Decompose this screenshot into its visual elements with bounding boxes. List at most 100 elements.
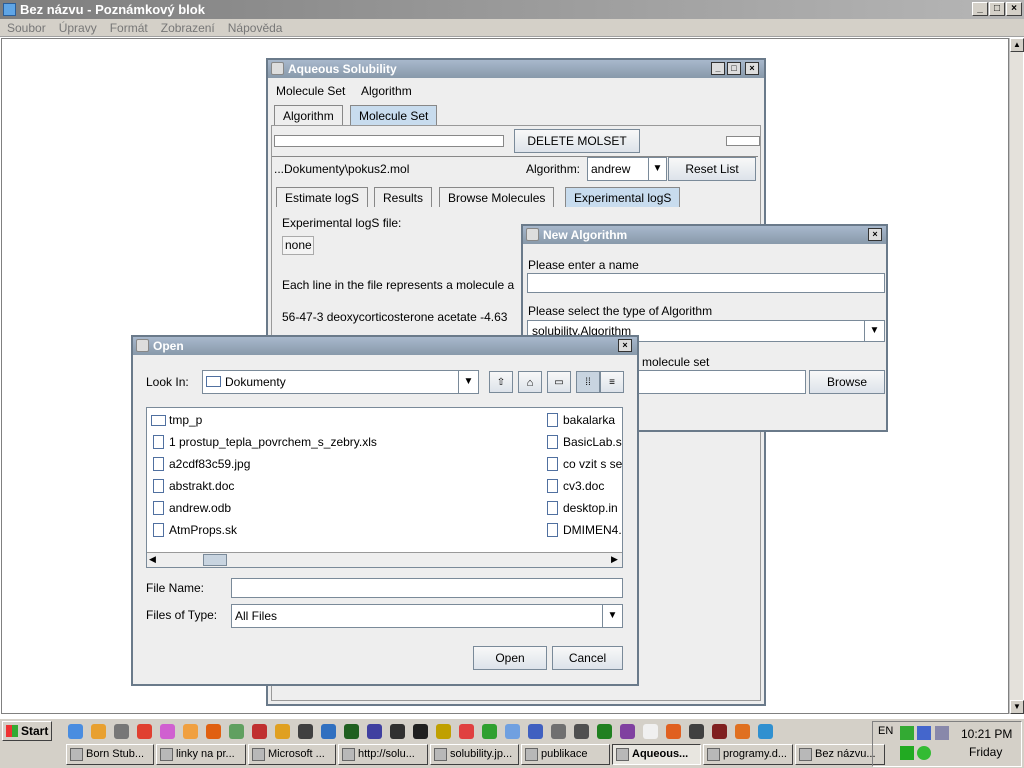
quick-launch-icon[interactable]: [413, 724, 428, 739]
chevron-down-icon[interactable]: ▼: [458, 371, 478, 393]
open-button[interactable]: Open: [473, 646, 547, 670]
quick-launch-icon[interactable]: [298, 724, 313, 739]
name-input[interactable]: [527, 273, 885, 293]
quick-launch-icon[interactable]: [229, 724, 244, 739]
quick-launch-icon[interactable]: [712, 724, 727, 739]
quick-launch-icon[interactable]: [574, 724, 589, 739]
menu-format[interactable]: Formát: [103, 19, 154, 35]
quick-launch-icon[interactable]: [91, 724, 106, 739]
horizontal-scrollbar[interactable]: ◀ ▶: [147, 552, 622, 567]
file-item[interactable]: andrew.odb: [149, 499, 231, 517]
quick-launch-icon[interactable]: [68, 724, 83, 739]
minimize-button[interactable]: _: [711, 62, 725, 75]
file-item[interactable]: 1 prostup_tepla_povrchem_s_zebry.xls: [149, 433, 377, 451]
quick-launch-icon[interactable]: [643, 724, 658, 739]
quick-launch-icon[interactable]: [321, 724, 336, 739]
quick-launch-icon[interactable]: [459, 724, 474, 739]
vertical-scrollbar[interactable]: ▲ ▼: [1009, 38, 1024, 714]
molset-input[interactable]: [638, 370, 806, 394]
quick-launch-icon[interactable]: [689, 724, 704, 739]
quick-launch-icon[interactable]: [367, 724, 382, 739]
language-indicator[interactable]: EN: [878, 725, 893, 737]
quick-launch-icon[interactable]: [620, 724, 635, 739]
scroll-down-icon[interactable]: ▼: [1010, 700, 1024, 714]
quick-launch-icon[interactable]: [758, 724, 773, 739]
quick-launch-icon[interactable]: [275, 724, 290, 739]
taskbar-button[interactable]: publikace: [521, 744, 610, 765]
cancel-button[interactable]: Cancel: [552, 646, 623, 670]
look-in-select[interactable]: Dokumenty ▼: [202, 370, 479, 394]
file-item[interactable]: cv3.doc: [543, 477, 604, 495]
quick-launch-icon[interactable]: [528, 724, 543, 739]
file-item[interactable]: DMIMEN4.c: [543, 521, 622, 539]
close-button[interactable]: ×: [618, 339, 632, 352]
new-folder-icon[interactable]: ▭: [547, 371, 571, 393]
taskbar-button[interactable]: linky na pr...: [156, 744, 246, 765]
file-item[interactable]: BasicLab.s: [543, 433, 622, 451]
file-item[interactable]: tmp_p: [149, 411, 202, 429]
menu-upravy[interactable]: Úpravy: [52, 19, 103, 35]
quick-launch-icon[interactable]: [666, 724, 681, 739]
chevron-down-icon[interactable]: ▼: [864, 321, 884, 341]
file-item[interactable]: AtmProps.sk: [149, 521, 237, 539]
algorithm-select[interactable]: andrew ▼: [587, 157, 667, 181]
tray-icon[interactable]: [900, 726, 914, 740]
list-view-icon[interactable]: ⁞⁞: [576, 371, 600, 393]
file-item[interactable]: a2cdf83c59.jpg: [149, 455, 250, 473]
scroll-right-icon[interactable]: ▶: [611, 554, 618, 565]
scroll-thumb[interactable]: [203, 554, 227, 566]
details-view-icon[interactable]: ≡: [600, 371, 624, 393]
minimize-button[interactable]: _: [972, 2, 988, 16]
chevron-down-icon[interactable]: ▼: [648, 158, 666, 180]
quick-launch-icon[interactable]: [482, 724, 497, 739]
network-icon[interactable]: [917, 726, 931, 740]
tab-results[interactable]: Results: [374, 187, 433, 207]
file-name-input[interactable]: [231, 578, 623, 598]
quick-launch-icon[interactable]: [551, 724, 566, 739]
tray-icon[interactable]: [900, 746, 914, 760]
browse-button[interactable]: Browse: [809, 370, 885, 394]
quick-launch-icon[interactable]: [160, 724, 175, 739]
menu-algorithm[interactable]: Algorithm: [361, 84, 412, 98]
quick-launch-icon[interactable]: [735, 724, 750, 739]
quick-launch-icon[interactable]: [390, 724, 405, 739]
close-button[interactable]: ×: [868, 228, 882, 241]
file-item[interactable]: bakalarka: [543, 411, 615, 429]
home-icon[interactable]: ⌂: [518, 371, 542, 393]
taskbar-button[interactable]: solubility.jp...: [430, 744, 519, 765]
quick-launch-icon[interactable]: [114, 724, 129, 739]
start-button[interactable]: Start: [2, 721, 52, 741]
quick-launch-icon[interactable]: [344, 724, 359, 739]
menu-napoveda[interactable]: Nápověda: [221, 19, 289, 35]
up-folder-icon[interactable]: ⇧: [489, 371, 513, 393]
tab-algorithm[interactable]: Algorithm: [274, 105, 343, 125]
scroll-up-icon[interactable]: ▲: [1010, 38, 1024, 52]
monitor-icon[interactable]: [935, 726, 949, 740]
files-of-type-select[interactable]: All Files ▼: [231, 604, 623, 628]
file-item[interactable]: abstrakt.doc: [149, 477, 234, 495]
menu-zobrazeni[interactable]: Zobrazení: [154, 19, 221, 35]
close-button[interactable]: ×: [1006, 2, 1022, 16]
file-item[interactable]: co vzit s se: [543, 455, 622, 473]
menu-molecule-set[interactable]: Molecule Set: [276, 84, 345, 98]
taskbar-button[interactable]: Microsoft ...: [248, 744, 336, 765]
tray-icon[interactable]: [917, 746, 931, 760]
quick-launch-icon[interactable]: [252, 724, 267, 739]
tab-molecule-set[interactable]: Molecule Set: [350, 105, 438, 125]
quick-launch-icon[interactable]: [436, 724, 451, 739]
quick-launch-icon[interactable]: [505, 724, 520, 739]
scroll-left-icon[interactable]: ◀: [149, 554, 156, 565]
close-button[interactable]: ×: [745, 62, 759, 75]
quick-launch-icon[interactable]: [137, 724, 152, 739]
taskbar-button[interactable]: Born Stub...: [66, 744, 154, 765]
menu-soubor[interactable]: Soubor: [0, 19, 52, 35]
tab-estimate-logs[interactable]: Estimate logS: [276, 187, 369, 207]
maximize-button[interactable]: □: [727, 62, 741, 75]
tab-browse-molecules[interactable]: Browse Molecules: [439, 187, 555, 207]
taskbar-button[interactable]: Aqueous...: [612, 744, 701, 765]
maximize-button[interactable]: □: [989, 2, 1005, 16]
quick-launch-icon[interactable]: [206, 724, 221, 739]
chevron-down-icon[interactable]: ▼: [602, 605, 622, 627]
taskbar-button[interactable]: programy.d...: [703, 744, 793, 765]
quick-launch-icon[interactable]: [597, 724, 612, 739]
